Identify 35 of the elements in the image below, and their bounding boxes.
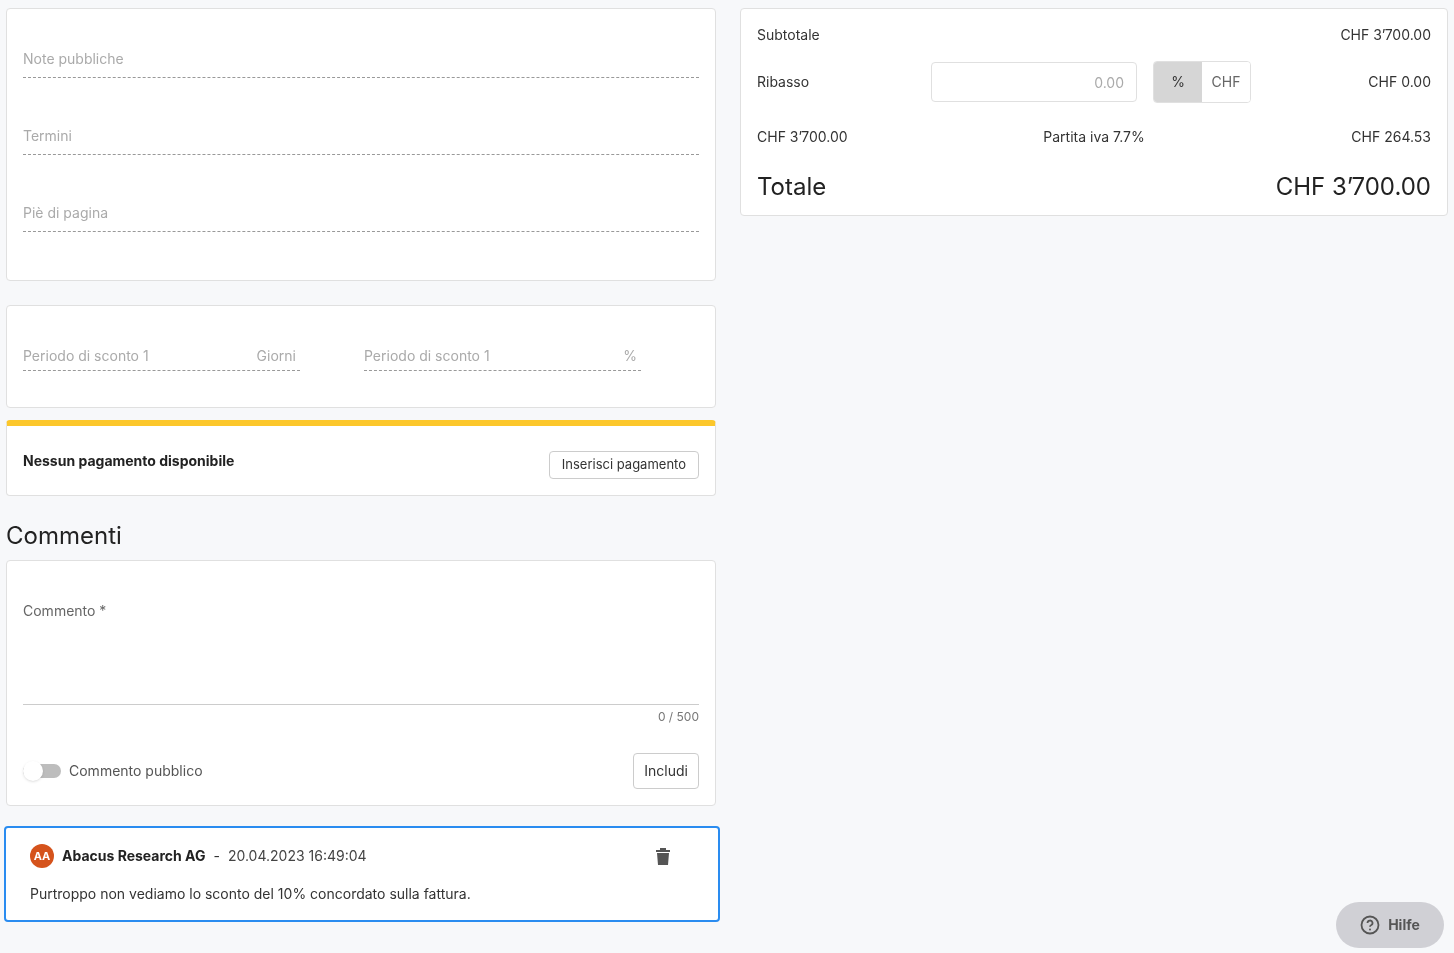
discount-input[interactable]: 0.00	[931, 62, 1137, 102]
comment-author: Abacus Research AG	[62, 846, 206, 866]
net-amount: CHF 3’700.00	[757, 127, 849, 147]
character-counter: 0 / 500	[656, 709, 699, 725]
comment-card[interactable]: AA Abacus Research AG - 20.04.2023 16:49:04 Purtroppo non vediamo lo sconto del 10% concordato sulla fattura.	[4, 826, 720, 922]
include-button[interactable]: Includi	[633, 753, 699, 789]
vat-label: Partita iva 7.7%	[1043, 127, 1145, 147]
insert-payment-button[interactable]: Inserisci pagamento	[548, 450, 699, 479]
discount-period-input[interactable]: Periodo di sconto 1	[364, 346, 620, 366]
separator: -	[213, 846, 220, 866]
comment-form[interactable]: Commento * 0 / 500 Commento pubblico Includi	[6, 560, 716, 806]
unit-label: Giorni	[255, 346, 297, 366]
unit-toggle[interactable]: %	[1154, 62, 1202, 102]
unit-label: %	[622, 346, 638, 366]
discount-label: Ribasso	[757, 72, 811, 92]
total-label: Totale	[757, 171, 827, 203]
help-button[interactable]: Hilfe	[1336, 902, 1444, 948]
subtotal-label: Subtotale	[757, 25, 820, 45]
no-payment-message: Nessun pagamento disponibile	[23, 450, 235, 471]
notes-field[interactable]: Termini	[23, 118, 699, 155]
discount-amount: CHF 0.00	[1368, 72, 1431, 92]
avatar-initials: AA	[30, 844, 54, 868]
help-icon	[1360, 915, 1381, 935]
total-value: CHF 3’700.00	[1275, 171, 1431, 203]
comments-heading: Commenti	[6, 520, 123, 552]
vat-amount: CHF 264.53	[1350, 127, 1431, 147]
notes-field[interactable]: Note pubbliche	[23, 41, 699, 78]
comment-text: Purtroppo non vediamo lo sconto del 10% concordato sulla fattura.	[30, 884, 472, 904]
comment-date: 20.04.2023 16:49:04	[227, 846, 367, 866]
public-toggle[interactable]	[23, 764, 61, 778]
notes-field[interactable]: Piè di pagina	[23, 195, 699, 232]
public-toggle-label: Commento pubblico	[69, 761, 203, 781]
discount-period-input[interactable]: Periodo di sconto 1	[23, 346, 253, 366]
subtotal-value: CHF 3’700.00	[1340, 25, 1431, 45]
trash-icon[interactable]	[656, 847, 670, 865]
